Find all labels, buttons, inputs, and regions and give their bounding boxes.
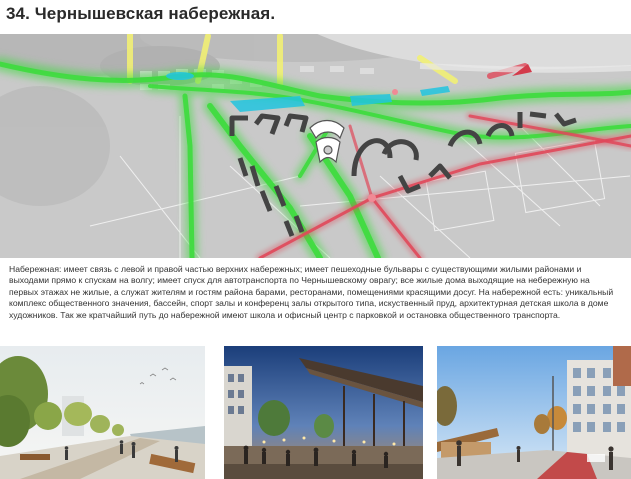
intersection-marker (368, 194, 376, 202)
promenade-rendering (0, 346, 205, 479)
site-plan-map (0, 26, 631, 258)
page-title: 34. Чернышевская набережная. (6, 4, 276, 23)
site-plan-svg (0, 26, 631, 258)
description-text: Набережная: имеет связь с левой и правой… (9, 264, 614, 320)
title-bar: 34. Чернышевская набережная. (0, 0, 631, 34)
square-pavilion-rendering (224, 346, 423, 479)
street-market-rendering (437, 346, 631, 479)
intersection-marker-2 (392, 89, 398, 95)
description-panel: Набережная: имеет связь с левой и правой… (4, 262, 625, 332)
renderings-strip (0, 346, 631, 479)
